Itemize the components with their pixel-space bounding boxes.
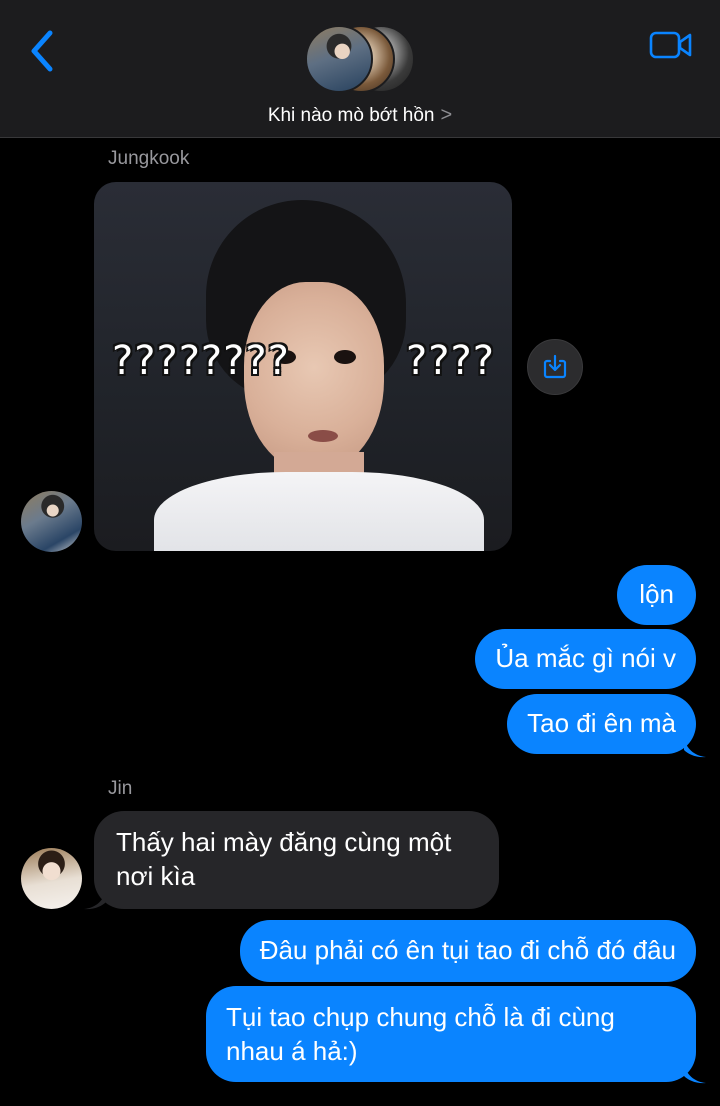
outgoing-message: Ủa mắc gì nói v (475, 629, 696, 689)
image-caption-right: ???? (406, 338, 495, 384)
download-icon (543, 354, 567, 379)
outgoing-message: lộn (617, 565, 696, 625)
outgoing-message: Đâu phải có ên tụi tao đi chỗ đó đâu (239, 920, 696, 982)
image-caption-left: ???????? (112, 338, 290, 384)
back-button[interactable] (22, 28, 62, 74)
sender-name: Jungkook (108, 148, 190, 169)
member-avatar (305, 25, 373, 93)
video-call-button[interactable] (648, 28, 694, 62)
outgoing-message: Tao đi ên mà (507, 694, 696, 754)
chevron-left-icon (31, 30, 53, 72)
group-name-button[interactable]: Khi nào mò bớt hồn > (0, 104, 720, 127)
sender-name: Jin (108, 778, 133, 799)
group-avatar[interactable] (305, 25, 417, 95)
bubble-tail (684, 1064, 706, 1084)
bubble-tail (684, 738, 706, 758)
avatar[interactable] (21, 848, 82, 909)
chevron-right-icon: > (440, 104, 453, 126)
outgoing-message: Tụi tao chụp chung chỗ là đi cùng nhau á… (206, 986, 696, 1082)
bubble-tail (84, 890, 106, 910)
group-name: Khi nào mò bớt hồn (267, 104, 435, 126)
avatar[interactable] (21, 491, 82, 552)
image-message[interactable]: ???????? ???? (94, 182, 512, 551)
save-image-button[interactable] (527, 339, 583, 395)
conversation-header: Khi nào mò bớt hồn > (0, 0, 720, 138)
video-camera-icon (649, 31, 692, 59)
incoming-message: Thấy hai mày đăng cùng một nơi kìa (94, 811, 499, 909)
